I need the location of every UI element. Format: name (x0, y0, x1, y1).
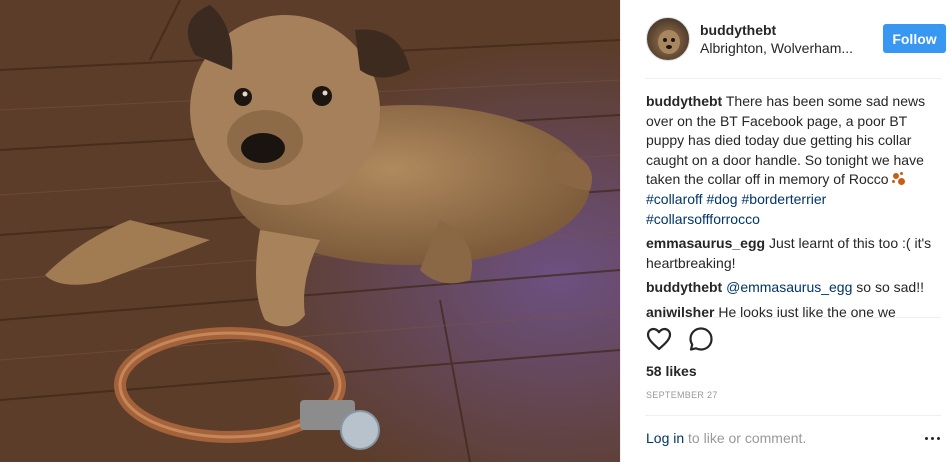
footer-divider (645, 415, 941, 416)
avatar[interactable] (646, 17, 690, 61)
caption: buddythebt There has been some sad news … (646, 92, 942, 229)
avatar-nose (666, 45, 672, 49)
post-username[interactable]: buddythebt (700, 22, 776, 38)
avatar-eye-left (663, 38, 667, 42)
follow-button[interactable]: Follow (883, 24, 946, 53)
paw-prints-emoji (892, 172, 906, 186)
comment-item: buddythebt @emmasaurus_egg so so sad!! (646, 278, 942, 298)
hashtag-link[interactable]: #dog (706, 191, 737, 207)
login-prompt-text: to like or comment. (684, 430, 807, 446)
comment-author[interactable]: buddythebt (646, 279, 722, 295)
comment-author[interactable]: emmasaurus_egg (646, 235, 765, 251)
hashtag-link[interactable]: #collaroff (646, 191, 703, 207)
post-header: buddythebt Albrighton, Wolverham... Foll… (621, 0, 951, 78)
comments-section: buddythebt There has been some sad news … (646, 92, 942, 318)
comment-text: He looks just like the one we (718, 303, 896, 318)
post-side-panel: buddythebt Albrighton, Wolverham... Foll… (620, 0, 951, 462)
hashtag-link[interactable]: #borderterrier (742, 191, 827, 207)
comment-mention[interactable]: @emmasaurus_egg (726, 279, 852, 295)
dog-photo-illustration (0, 0, 620, 462)
header-divider (645, 78, 941, 79)
post-date[interactable]: SEPTEMBER 27 (646, 390, 718, 400)
login-prompt: Log in to like or comment. (646, 430, 806, 446)
instagram-post: buddythebt Albrighton, Wolverham... Foll… (0, 0, 951, 462)
comment-item: aniwilsher He looks just like the one we (646, 303, 942, 318)
comment-icon[interactable] (688, 326, 714, 352)
more-options-icon[interactable] (925, 429, 943, 447)
like-count[interactable]: 58 likes (646, 363, 697, 379)
caption-author[interactable]: buddythebt (646, 93, 722, 109)
avatar-face (658, 30, 680, 54)
comment-text: so so sad!! (856, 279, 924, 296)
comment-author[interactable]: aniwilsher (646, 304, 714, 318)
hashtag-link[interactable]: #collarsoffforrocco (646, 211, 760, 227)
heart-icon[interactable] (646, 326, 672, 352)
post-photo[interactable] (0, 0, 620, 462)
post-actions (646, 326, 714, 356)
post-location[interactable]: Albrighton, Wolverham... (700, 40, 853, 56)
comment-item: emmasaurus_egg Just learnt of this too :… (646, 234, 942, 273)
login-link[interactable]: Log in (646, 430, 684, 446)
avatar-eye-right (671, 38, 675, 42)
actions-divider (645, 317, 941, 318)
